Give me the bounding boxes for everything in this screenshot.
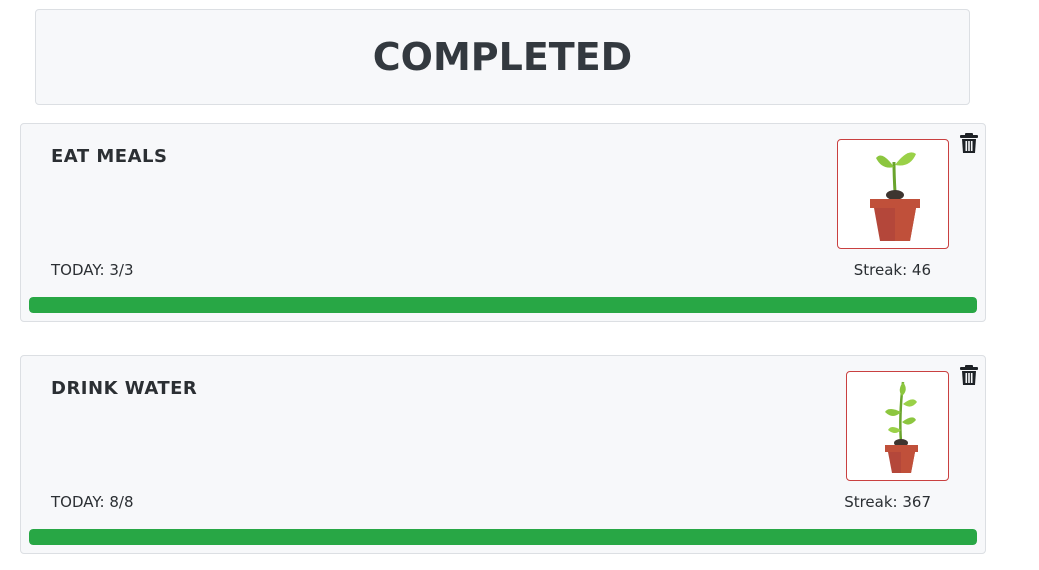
progress-bar-fill bbox=[29, 529, 977, 545]
streak-count: Streak: 46 bbox=[853, 261, 931, 279]
young-plant-pot-icon bbox=[885, 381, 918, 473]
trash-icon bbox=[960, 365, 978, 385]
delete-button[interactable] bbox=[959, 132, 979, 154]
sprout-pot-icon bbox=[870, 152, 920, 241]
page-title: COMPLETED bbox=[372, 35, 633, 79]
today-count: TODAY: 8/8 bbox=[51, 493, 134, 511]
plant-image-frame bbox=[846, 371, 949, 481]
plant-image-frame bbox=[837, 139, 949, 249]
today-count: TODAY: 3/3 bbox=[51, 261, 134, 279]
habit-card-drink-water: DRINK WATER TODAY: 8/8 Streak: 367 bbox=[20, 355, 986, 554]
habit-title: DRINK WATER bbox=[51, 378, 198, 399]
progress-bar-fill bbox=[29, 297, 977, 313]
habit-card-eat-meals: EAT MEALS TODAY: 3/3 Streak: 46 bbox=[20, 123, 986, 322]
habit-title: EAT MEALS bbox=[51, 146, 168, 167]
delete-button[interactable] bbox=[959, 364, 979, 386]
trash-icon bbox=[960, 133, 978, 153]
completed-header: COMPLETED bbox=[35, 9, 970, 105]
streak-count: Streak: 367 bbox=[844, 493, 931, 511]
progress-bar bbox=[29, 529, 977, 545]
progress-bar bbox=[29, 297, 977, 313]
